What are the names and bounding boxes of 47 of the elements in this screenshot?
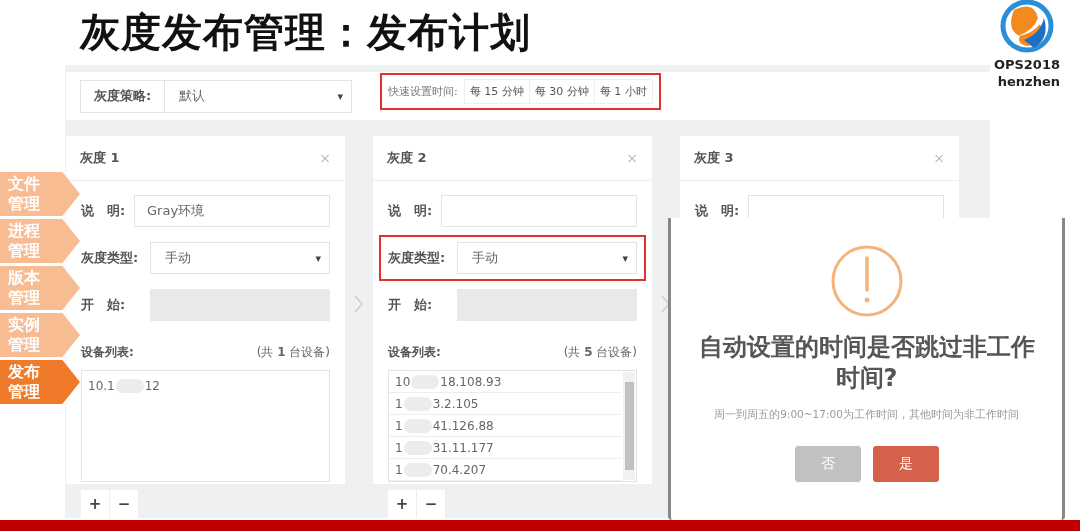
ip-text: 1 <box>395 440 403 455</box>
ip-text: 12 <box>144 379 160 393</box>
type-select[interactable]: 手动 ▾ <box>150 242 330 274</box>
field-label: 说 明: <box>388 202 434 220</box>
description-field[interactable]: Gray环境 <box>134 195 330 227</box>
ip-text: 18.108.93 <box>440 374 502 389</box>
ip-text: 1 <box>395 462 403 477</box>
field-label: 开 始: <box>388 296 434 314</box>
device-count: (共 5 台设备) <box>563 344 637 361</box>
type-select[interactable]: 手动 ▾ <box>457 242 637 274</box>
dialog-message: 周一到周五的9:00~17:00为工作时间，其他时间为非工作时间 <box>714 408 1019 422</box>
ip-text: 41.126.88 <box>432 418 494 433</box>
chevron-icon <box>661 295 670 313</box>
card-title: 灰度 2 <box>387 149 427 167</box>
dialog-title: 自动设置的时间是否跳过非工作时间? <box>697 332 1036 394</box>
ip-text: 3.2.105 <box>432 396 479 411</box>
caret-icon: ▾ <box>622 251 628 265</box>
field-label: 说 明: <box>81 202 127 220</box>
field-label: 开 始: <box>81 296 127 314</box>
ip-text: 1 <box>395 418 403 433</box>
caret-icon: ▾ <box>315 251 321 265</box>
confirm-button[interactable]: 是 <box>872 446 939 482</box>
chevron-icon <box>354 295 363 313</box>
warning-icon <box>829 244 904 318</box>
scrollbar[interactable] <box>623 372 635 480</box>
list-label: 设备列表: <box>388 344 441 361</box>
card-title: 灰度 1 <box>80 149 120 167</box>
list-label: 设备列表: <box>81 344 134 361</box>
slide-title: 灰度发布管理：发布计划 <box>80 8 531 57</box>
add-button[interactable]: + <box>388 490 417 518</box>
logo-text: OPS2018 <box>993 56 1060 73</box>
field-label: 灰度类型: <box>388 249 447 267</box>
ip-text: 70.4.207 <box>432 462 487 477</box>
field-label: 灰度类型: <box>81 249 140 267</box>
description-field[interactable] <box>441 195 637 227</box>
field-label: 说 明: <box>695 202 741 220</box>
ip-text: 10.1 <box>88 379 115 393</box>
add-button[interactable]: + <box>81 490 110 518</box>
card-title: 灰度 3 <box>694 149 734 167</box>
ip-text: 1 <box>395 396 403 411</box>
ip-text: 10 <box>395 374 411 389</box>
ip-text: 31.11.177 <box>432 440 494 455</box>
remove-button[interactable]: − <box>110 490 139 518</box>
device-count: (共 1 台设备) <box>256 344 330 361</box>
logo-text: henzhen <box>997 73 1060 90</box>
remove-button[interactable]: − <box>417 490 446 518</box>
quick-time-label: 快速设置时间: <box>388 83 458 99</box>
